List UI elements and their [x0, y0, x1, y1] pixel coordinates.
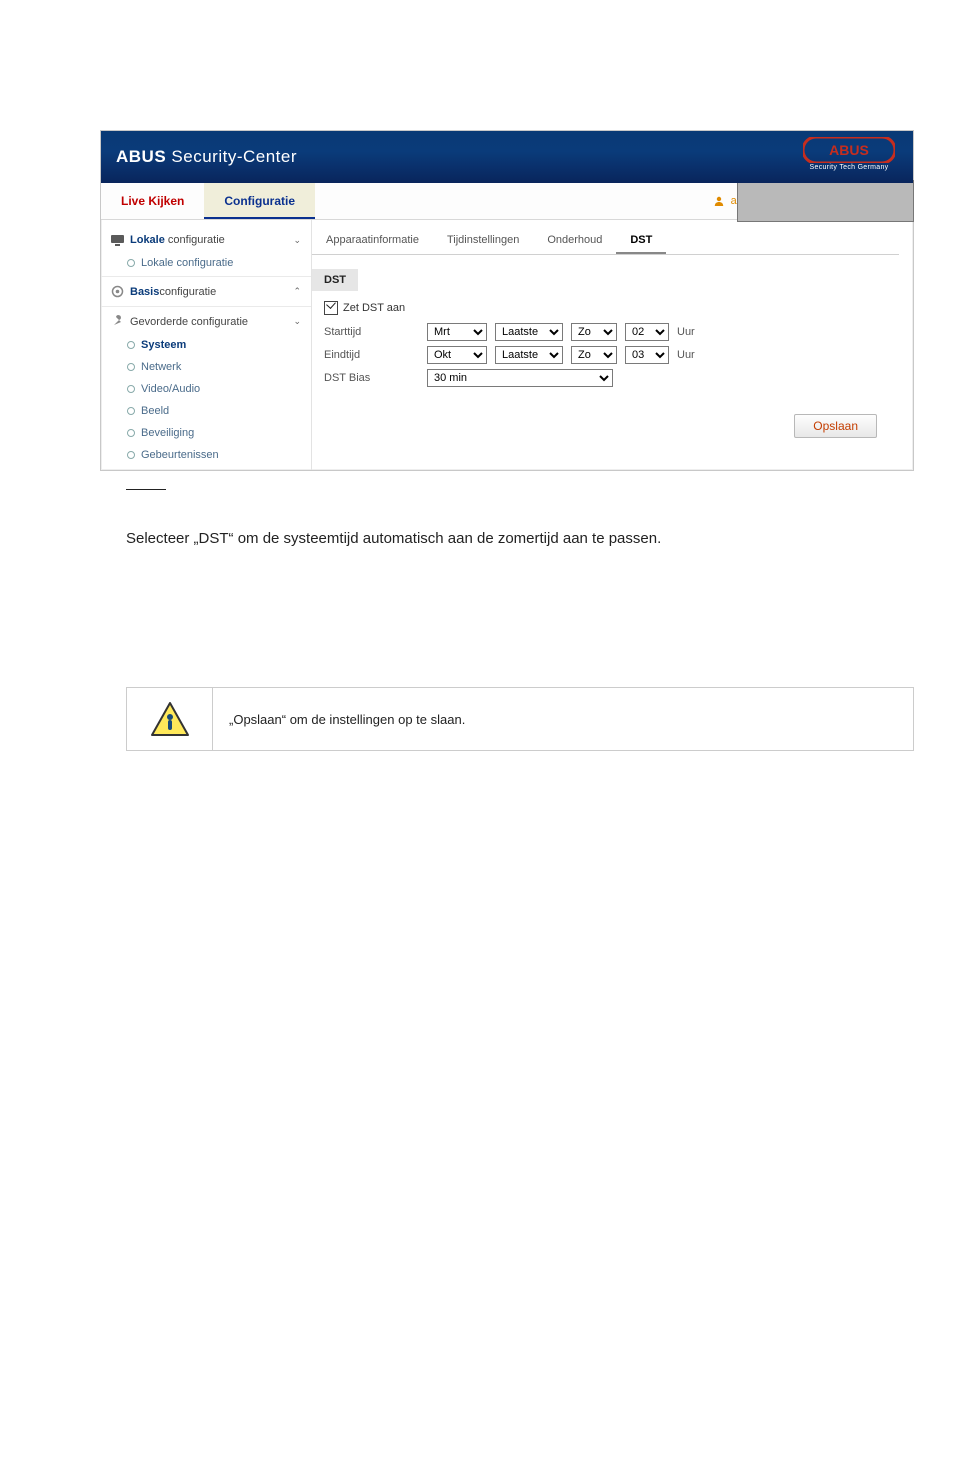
- tab-dst[interactable]: DST: [616, 228, 666, 254]
- wrench-icon: [111, 315, 124, 328]
- sidebar-item-label: Beeld: [141, 405, 169, 417]
- bullet-icon: [127, 363, 135, 371]
- brand-subtitle: Security Tech Germany: [803, 164, 895, 171]
- sidebar-item-label: Gebeurtenissen: [141, 449, 219, 461]
- sidebar-lokale-sub[interactable]: Lokale configuratie: [101, 252, 311, 274]
- end-month-select[interactable]: Okt: [427, 346, 487, 364]
- gear-icon: [111, 285, 124, 298]
- bullet-icon: [127, 429, 135, 437]
- section-title: DST: [312, 269, 358, 291]
- sidebar-item-beveiliging[interactable]: Beveiliging: [101, 422, 311, 444]
- start-label: Starttijd: [324, 326, 419, 338]
- bias-label: DST Bias: [324, 372, 419, 384]
- app-screenshot-panel: ABUS Security-Center ABUS Security Tech …: [100, 130, 914, 471]
- main-content: Apparaatinformatie Tijdinstellingen Onde…: [312, 220, 913, 470]
- warning-icon: [150, 701, 190, 737]
- sidebar-item-netwerk[interactable]: Netwerk: [101, 356, 311, 378]
- small-rule: [126, 489, 166, 490]
- app-banner: ABUS Security-Center ABUS Security Tech …: [101, 131, 913, 183]
- bullet-icon: [127, 407, 135, 415]
- tab-onderhoud[interactable]: Onderhoud: [533, 228, 616, 254]
- dst-form: Zet DST aan Starttijd Mrt Laatste Zo 02 …: [312, 291, 899, 387]
- svg-text:ABUS: ABUS: [829, 142, 869, 158]
- tab-apparaatinfo[interactable]: Apparaatinformatie: [312, 228, 433, 254]
- page-instruction-text: Selecteer „DST“ om de systeemtijd automa…: [126, 530, 914, 547]
- sidebar-item-label: Systeem: [141, 339, 186, 351]
- chevron-down-icon: ⌄: [293, 235, 301, 246]
- sidebar-lokale-header[interactable]: Lokale configuratie ⌄: [101, 228, 311, 252]
- bullet-icon: [127, 259, 135, 267]
- brand-name-bold: ABUS: [116, 147, 166, 166]
- sidebar-basis-header[interactable]: Basisconfiguratie ⌃: [101, 279, 311, 304]
- tab-config[interactable]: Configuratie: [204, 183, 315, 219]
- dst-enable-label: Zet DST aan: [343, 302, 405, 314]
- end-hour-select[interactable]: 03: [625, 346, 669, 364]
- sidebar-item-label: Gevorderde configuratie: [130, 316, 287, 328]
- user-icon: [713, 195, 725, 207]
- note-text: „Opslaan“ om de instellingen op te slaan…: [213, 688, 913, 750]
- end-day-select[interactable]: Zo: [571, 346, 617, 364]
- sidebar-gevorderde-header[interactable]: Gevorderde configuratie ⌄: [101, 309, 311, 334]
- note-callout: „Opslaan“ om de instellingen op te slaan…: [126, 687, 914, 751]
- sidebar-item-label: Beveiliging: [141, 427, 194, 439]
- start-month-select[interactable]: Mrt: [427, 323, 487, 341]
- sidebar-item-systeem[interactable]: Systeem: [101, 334, 311, 356]
- inner-tabbar: Apparaatinformatie Tijdinstellingen Onde…: [312, 228, 899, 255]
- sidebar-item-beeld[interactable]: Beeld: [101, 400, 311, 422]
- start-week-select[interactable]: Laatste: [495, 323, 563, 341]
- abus-logo-icon: ABUS: [803, 137, 895, 163]
- chevron-up-icon: ⌃: [293, 286, 301, 297]
- bullet-icon: [127, 451, 135, 459]
- sidebar-item-video[interactable]: Video/Audio: [101, 378, 311, 400]
- chevron-down-icon: ⌄: [293, 316, 301, 327]
- sidebar-item-label: Lokale configuratie: [141, 257, 233, 269]
- brand-name-light: Security-Center: [171, 147, 297, 166]
- sidebar-item-label: Netwerk: [141, 361, 181, 373]
- end-label: Eindtijd: [324, 349, 419, 361]
- tab-tijdinstellingen[interactable]: Tijdinstellingen: [433, 228, 533, 254]
- sidebar-item-gebeurtenissen[interactable]: Gebeurtenissen: [101, 444, 311, 466]
- bullet-icon: [127, 385, 135, 393]
- start-day-select[interactable]: Zo: [571, 323, 617, 341]
- bias-select[interactable]: 30 min: [427, 369, 613, 387]
- dst-enable-checkbox[interactable]: [324, 301, 338, 315]
- sidebar: Lokale configuratie ⌄ Lokale configurati…: [101, 220, 312, 470]
- tab-live[interactable]: Live Kijken: [101, 183, 204, 219]
- banner-title: ABUS Security-Center: [101, 147, 297, 166]
- brand-logo-block: ABUS Security Tech Germany: [803, 137, 895, 171]
- sidebar-item-label: Video/Audio: [141, 383, 200, 395]
- header-placeholder-box: [737, 180, 914, 222]
- save-button[interactable]: Opslaan: [794, 414, 877, 438]
- end-hour-unit: Uur: [677, 349, 695, 361]
- start-hour-unit: Uur: [677, 326, 695, 338]
- monitor-icon: [111, 235, 124, 246]
- start-hour-select[interactable]: 02: [625, 323, 669, 341]
- bullet-icon: [127, 341, 135, 349]
- end-week-select[interactable]: Laatste: [495, 346, 563, 364]
